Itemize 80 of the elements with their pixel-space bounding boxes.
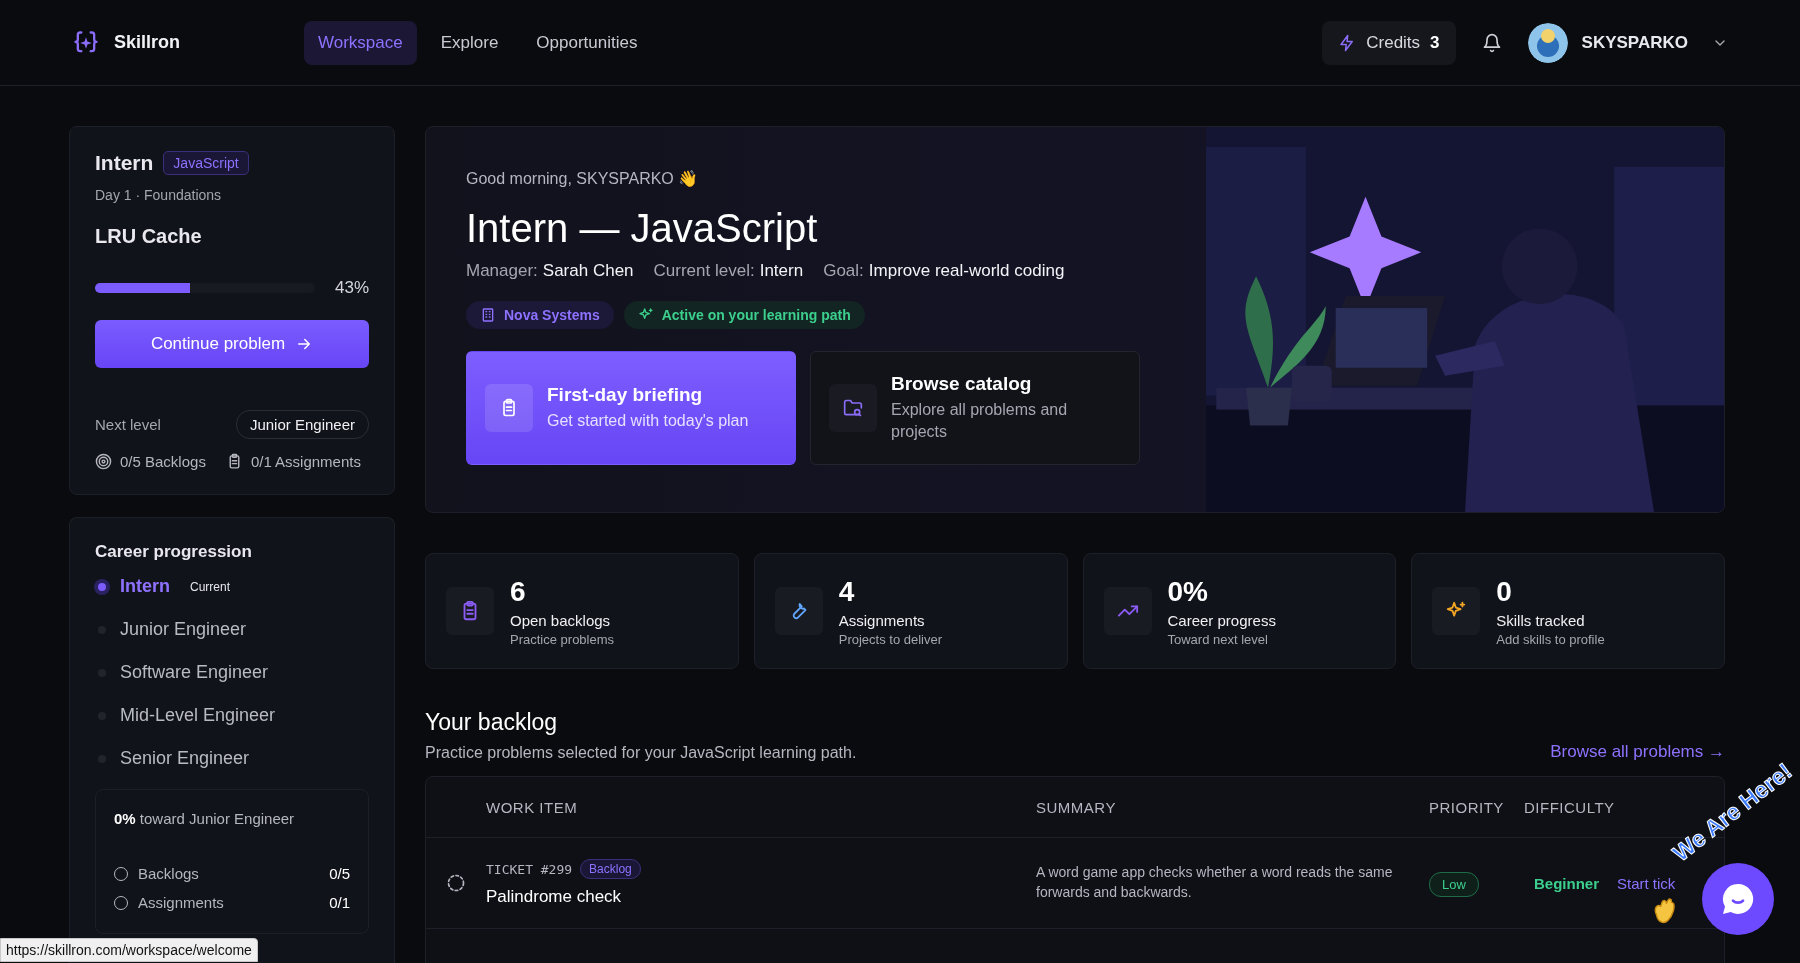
ticket-id: TICKET #299 xyxy=(486,861,573,877)
stat-value: 6 xyxy=(510,575,527,608)
section-title: Career progression xyxy=(95,542,253,562)
dashed-circle-icon xyxy=(446,873,466,893)
stat-caption: Toward next level xyxy=(1167,631,1269,647)
stat-caption: Add skills to profile xyxy=(1496,631,1605,647)
status-tag: Active on your learning path xyxy=(623,301,865,329)
next-level-badge: Junior Engineer xyxy=(235,410,369,439)
requirement-count: 0/5 xyxy=(329,865,350,882)
nav-tab[interactable]: Workspace xyxy=(304,20,417,65)
nav-tab[interactable]: Opportunities xyxy=(522,20,652,65)
stat-value: 0% xyxy=(1167,575,1209,608)
column-header: DIFFICULTY xyxy=(1524,798,1616,816)
work-item-title: Palindrome check xyxy=(486,887,623,907)
status-bar-url: https://skillron.com/workspace/welcome xyxy=(0,938,258,962)
step-label: Junior Engineer xyxy=(120,619,247,640)
stat-caption: Practice problems xyxy=(510,631,615,647)
status-tag: Backlog xyxy=(580,859,641,879)
meta-value: Intern xyxy=(759,261,804,280)
meta-label: Current level: xyxy=(653,261,755,280)
action-card[interactable]: Browse catalog Explore all problems and projects xyxy=(810,351,1140,465)
notifications-bell-icon[interactable] xyxy=(1481,32,1502,53)
requirement-label: Backlogs xyxy=(138,865,200,882)
section-title: Your backlog xyxy=(425,709,559,736)
stat-value: 4 xyxy=(838,575,856,608)
progress-percent: 43% xyxy=(334,278,369,298)
next-level-label: Next level xyxy=(95,416,161,433)
day-label: Day 1 · Foundations xyxy=(95,187,223,203)
column-header: WORK ITEM xyxy=(486,798,579,816)
priority-tag: Low xyxy=(1429,871,1479,897)
greeting: Good morning, SKYSPARKO 👋 xyxy=(466,169,700,188)
nav-tab[interactable]: Explore xyxy=(426,20,513,65)
credits-label: Credits xyxy=(1366,32,1421,53)
summary-text: A word game app checks whether a word reads the same forwards and backwards. xyxy=(1036,863,1394,902)
building-icon xyxy=(480,307,496,323)
stat-label: Skills tracked xyxy=(1496,611,1586,629)
difficulty-label: Beginner xyxy=(1534,874,1599,892)
language-tag: JavaScript xyxy=(163,151,249,175)
requirement-label: Assignments xyxy=(138,894,225,911)
continue-button[interactable]: Continue problem xyxy=(95,320,369,368)
column-header: SUMMARY xyxy=(1036,798,1117,816)
current-tag: Current xyxy=(190,579,231,594)
action-title: First-day briefing xyxy=(547,384,704,407)
column-header: PRIORITY xyxy=(1429,798,1505,816)
target-icon xyxy=(95,453,112,470)
meta-value: Sarah Chen xyxy=(542,261,634,280)
action-card[interactable]: First-day briefing Get started with today's plan xyxy=(466,351,796,465)
assignments-count: 0/1 Assignments xyxy=(250,453,361,470)
meta-label: Manager: xyxy=(466,261,538,280)
meta-value: Improve real-world coding xyxy=(868,261,1065,280)
credits-count: 3 xyxy=(1430,32,1440,53)
step-label: Senior Engineer xyxy=(120,748,250,769)
folder-search-icon xyxy=(843,398,863,418)
brand-name: Skillron xyxy=(114,32,180,53)
step-label: Software Engineer xyxy=(120,662,269,683)
step-label: Intern xyxy=(120,576,170,597)
page-title: Intern — JavaScript xyxy=(466,206,819,251)
action-description: Get started with today's plan xyxy=(547,411,749,432)
stat-label: Career progress xyxy=(1167,611,1276,629)
requirement-count: 0/1 xyxy=(329,894,350,911)
meta-label: Goal: xyxy=(823,261,864,280)
username: SKYSPARKO xyxy=(1581,32,1688,53)
section-subtitle: Practice problems selected for your JavaScript learning path. xyxy=(425,744,857,762)
problem-title: LRU Cache xyxy=(95,225,203,248)
start-ticket-link[interactable]: Start tick xyxy=(1617,874,1676,892)
stat-caption: Projects to deliver xyxy=(838,631,943,647)
company-tag: Nova Systems xyxy=(466,301,614,329)
credits-button[interactable]: Credits 3 xyxy=(1322,20,1456,65)
progress-summary: 0% toward Junior Engineer xyxy=(114,810,296,827)
avatar xyxy=(1527,22,1568,63)
action-title: Browse catalog xyxy=(891,373,1033,396)
role-title: Intern xyxy=(95,151,154,175)
step-label: Mid-Level Engineer xyxy=(120,705,276,726)
stat-label: Assignments xyxy=(838,611,926,629)
stat-label: Open backlogs xyxy=(510,611,612,629)
action-description: Explore all problems and projects xyxy=(891,400,1069,442)
stat-value: 0 xyxy=(1496,575,1513,608)
browse-all-link[interactable]: Browse all problems → xyxy=(1550,742,1725,762)
user-menu[interactable]: SKYSPARKO xyxy=(1527,22,1728,63)
backlogs-count: 0/5 Backlogs xyxy=(120,453,206,470)
